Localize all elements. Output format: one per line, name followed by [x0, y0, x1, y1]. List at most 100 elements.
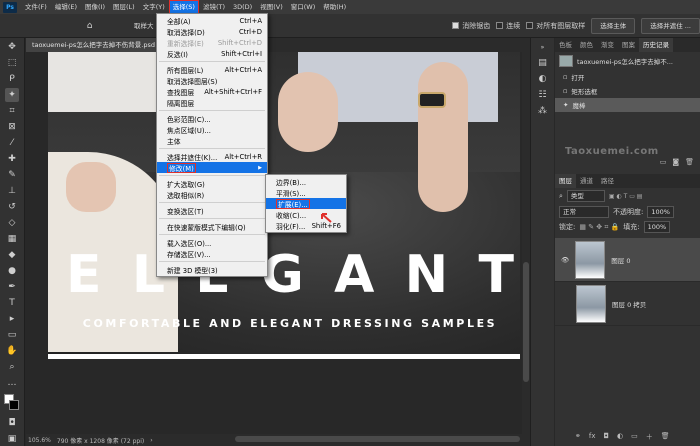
modify-submenu-item[interactable]: 边界(B)... [266, 176, 346, 187]
select-menu-item[interactable]: 主体 [157, 135, 267, 146]
menu-file[interactable]: 文件(F) [21, 0, 51, 14]
select-menu-item[interactable]: 重新选择(E) Shift+Ctrl+D [157, 37, 267, 48]
layer-name[interactable]: 图层 0 [611, 255, 630, 265]
eraser-tool-icon[interactable]: ◇ [5, 216, 19, 230]
tab-color[interactable]: 颜色 [576, 38, 597, 52]
gradient-tool-icon[interactable]: ▦ [5, 232, 19, 246]
more-tools-icon[interactable]: … [5, 376, 19, 390]
crop-tool-icon[interactable]: ⌗ [5, 104, 19, 118]
dodge-tool-icon[interactable]: ● [5, 264, 19, 278]
zoom-level[interactable]: 105.6% [28, 437, 51, 444]
all-layers-checkbox[interactable] [526, 22, 534, 29]
select-menu-item[interactable]: 反选(I) Shift+Ctrl+I [157, 48, 267, 59]
tab-channels[interactable]: 通道 [576, 174, 597, 188]
select-menu-item[interactable]: 在快速蒙版模式下编辑(Q) [157, 221, 267, 232]
lock-icons[interactable]: ▦ ✎ ✥ ⌗ 🔒 [579, 223, 619, 232]
anti-alias-option[interactable]: 消除锯齿 [452, 21, 490, 31]
properties-panel-icon[interactable]: ▤ [536, 56, 550, 70]
menu-layer[interactable]: 图层(L) [109, 0, 139, 14]
menu-filter[interactable]: 滤镜(T) [199, 0, 229, 14]
trash-icon[interactable]: 🗑 [685, 158, 694, 166]
filter-icons[interactable]: ▣ ◐ T ▭ ▤ [609, 193, 643, 200]
delete-layer-icon[interactable]: 🗑 [661, 432, 670, 442]
vertical-scroll-thumb[interactable] [523, 262, 529, 382]
folder-icon[interactable]: ▭ [631, 432, 638, 442]
adjustment-icon[interactable]: ◐ [617, 432, 623, 442]
layer-filter-select[interactable]: 类型 [566, 190, 605, 202]
opacity-input[interactable]: 100% [647, 206, 674, 218]
rectangle-tool-icon[interactable]: ▭ [5, 328, 19, 342]
menu-help[interactable]: 帮助(H) [319, 0, 350, 14]
color-swatches[interactable] [2, 394, 22, 412]
layer-row-1[interactable]: 图层 0 拷贝 [555, 282, 700, 326]
modify-submenu-item[interactable]: 平滑(S)... [266, 187, 346, 198]
quick-mask-icon[interactable]: ◘ [5, 416, 19, 430]
layer-name[interactable]: 图层 0 拷贝 [612, 299, 646, 309]
libraries-panel-icon[interactable]: ☷ [536, 88, 550, 102]
tab-history[interactable]: 历史记录 [639, 38, 673, 52]
tab-layers[interactable]: 图层 [555, 174, 576, 188]
menu-window[interactable]: 窗口(W) [287, 0, 320, 14]
frame-tool-icon[interactable]: ⊠ [5, 120, 19, 134]
select-menu-item[interactable]: 变换选区(T) [157, 205, 267, 216]
contiguous-option[interactable]: 连续 [496, 21, 520, 31]
history-item-open[interactable]: ▫ 打开 [555, 70, 700, 84]
eyedropper-tool-icon[interactable]: ⁄ [5, 136, 19, 150]
visibility-eye-icon[interactable]: 👁 [561, 256, 569, 264]
fill-input[interactable]: 100% [643, 221, 671, 233]
select-menu-item[interactable]: 取消选择图层(S) [157, 75, 267, 86]
select-and-mask-button[interactable]: 选择并遮住 ... [641, 17, 700, 34]
select-menu-item[interactable]: 扩大选取(G) [157, 178, 267, 189]
hand-tool-icon[interactable]: ✋ [5, 344, 19, 358]
select-subject-button[interactable]: 选择主体 [591, 17, 636, 34]
fx-icon[interactable]: fx [589, 432, 596, 442]
brush-tool-icon[interactable]: ✎ [5, 168, 19, 182]
select-menu-item[interactable]: 色彩范围(C)... [157, 113, 267, 124]
marquee-tool-icon[interactable]: ⬚ [5, 56, 19, 70]
select-menu-item[interactable]: 存储选区(V)... [157, 248, 267, 259]
modify-submenu-item[interactable]: 收缩(C)... [266, 209, 346, 220]
history-item-magic-wand[interactable]: ✦ 魔棒 [555, 98, 700, 112]
home-icon[interactable]: ⌂ [83, 19, 97, 33]
history-snapshot[interactable]: taoxuemei-ps怎么把字去掉不... [555, 52, 700, 70]
type-tool-icon[interactable]: T [5, 296, 19, 310]
vertical-scrollbar[interactable] [522, 52, 530, 434]
blend-mode-select[interactable]: 正常 [559, 206, 609, 218]
new-document-icon[interactable]: ▭ [660, 158, 667, 166]
magic-wand-tool-icon[interactable]: ✦ [5, 88, 19, 102]
horizontal-scroll-thumb[interactable] [235, 436, 520, 442]
background-color[interactable] [9, 400, 19, 410]
select-menu-item[interactable]: 修改(M) ▶ [157, 162, 267, 173]
select-menu-item[interactable]: 查找图层 Alt+Shift+Ctrl+F [157, 86, 267, 97]
select-menu-item[interactable]: 隔离图层 [157, 97, 267, 108]
menu-3d[interactable]: 3D(D) [229, 0, 256, 14]
snapshot-camera-icon[interactable]: ◙ [672, 158, 679, 166]
all-layers-option[interactable]: 对所有图层取样 [526, 21, 585, 31]
menu-type[interactable]: 文字(Y) [139, 0, 169, 14]
document-size-info[interactable]: 790 像素 x 1208 像素 (72 ppi) [57, 436, 144, 445]
select-menu-item[interactable]: 取消选择(D) Ctrl+D [157, 26, 267, 37]
select-menu-item[interactable]: 全部(A) Ctrl+A [157, 15, 267, 26]
history-brush-icon[interactable]: ↺ [5, 200, 19, 214]
brush-panel-icon[interactable]: ⁂ [536, 104, 550, 118]
select-menu-item[interactable]: 新建 3D 模型(3) [157, 264, 267, 275]
menu-image[interactable]: 图像(I) [81, 0, 109, 14]
zoom-tool-icon[interactable]: ⌕ [5, 360, 19, 374]
menu-select[interactable]: 选择(S) [168, 0, 199, 14]
tab-paths[interactable]: 路径 [597, 174, 618, 188]
contiguous-checkbox[interactable] [496, 22, 504, 29]
adjustments-panel-icon[interactable]: ◐ [536, 72, 550, 86]
mask-icon[interactable]: ◘ [603, 432, 609, 442]
tab-swatches[interactable]: 色板 [555, 38, 576, 52]
menu-edit[interactable]: 编辑(E) [51, 0, 81, 14]
modify-submenu-item[interactable]: 扩展(E)... [266, 198, 346, 209]
pen-tool-icon[interactable]: ✒ [5, 280, 19, 294]
collapse-arrows-icon[interactable]: » [536, 40, 550, 54]
lasso-tool-icon[interactable]: ᑭ [5, 72, 19, 86]
menu-view[interactable]: 视图(V) [256, 0, 287, 14]
select-menu-item[interactable]: 选择并遮住(K)... Alt+Ctrl+R [157, 151, 267, 162]
anti-alias-checkbox[interactable] [452, 22, 460, 29]
link-icon[interactable]: ⚭ [575, 432, 581, 442]
blur-tool-icon[interactable]: ◆ [5, 248, 19, 262]
stamp-tool-icon[interactable]: ⊥ [5, 184, 19, 198]
